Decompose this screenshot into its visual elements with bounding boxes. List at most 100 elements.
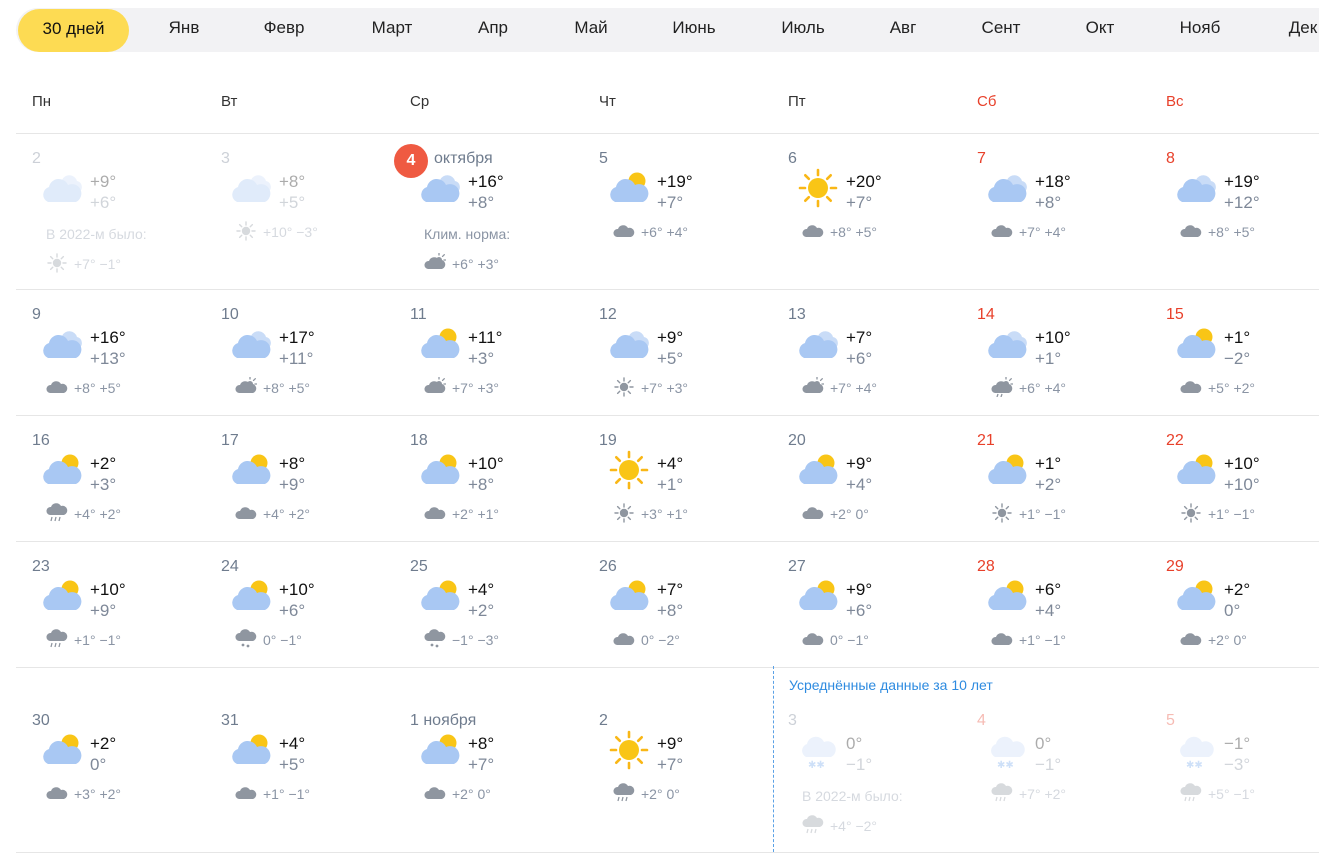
night-temperature: +8° — [657, 601, 684, 620]
tab-mar[interactable]: Март — [372, 8, 413, 52]
day-cell[interactable]: 7 +18° +8° +7° +4° — [961, 150, 1141, 270]
reference-values: +2° +1° — [452, 506, 500, 522]
day-cell[interactable]: 20 +9° +4° +2° 0° — [772, 432, 952, 552]
day-number: 7 — [977, 150, 986, 167]
month-tabs: 30 дней Янв Февр Март Апр Май Июнь Июль … — [16, 8, 1319, 52]
day-cell[interactable]: 30 +2° 0° +3° +2° — [16, 712, 196, 832]
day-cell[interactable]: 6 +20° +7° +8° +5° — [772, 150, 952, 270]
reference-values: +6° +3° — [452, 256, 500, 272]
day-cell[interactable]: 25 +4° +2° −1° −3° — [394, 558, 574, 678]
partly-cloudy-icon — [1174, 324, 1218, 364]
day-temperature: +1° — [1224, 328, 1251, 347]
day-cell[interactable]: 23 +10° +9° +1° −1° — [16, 558, 196, 678]
day-cell[interactable]: 17 +8° +9° +4° +2° — [205, 432, 385, 552]
day-temperature: +8° — [279, 172, 306, 191]
cloud-icon — [46, 377, 68, 400]
day-cell[interactable]: 21 +1° +2° +1° −1° — [961, 432, 1141, 552]
comparison-note: В 2022-м было: — [802, 788, 903, 804]
divider — [16, 852, 1319, 853]
day-number: 6 — [788, 150, 797, 167]
day-cell[interactable]: 11 +11° +3° +7° +3° — [394, 306, 574, 426]
day-cell[interactable]: 10 +17° +11° +8° +5° — [205, 306, 385, 426]
partly-cloudy-icon — [418, 730, 462, 770]
reference-temperatures: +3° +1° — [613, 502, 688, 524]
day-cell[interactable]: 14 +10° +1° +6° +4° — [961, 306, 1141, 426]
reference-values: +8° +5° — [263, 380, 311, 396]
day-number: 19 — [599, 432, 617, 449]
day-cell[interactable]: 29 +2° 0° +2° 0° — [1150, 558, 1319, 678]
tab-nov[interactable]: Нояб — [1180, 8, 1221, 52]
night-temperature: −3° — [1224, 755, 1251, 774]
tab-apr[interactable]: Апр — [478, 8, 508, 52]
night-temperature: +5° — [657, 349, 684, 368]
tab-may[interactable]: Май — [574, 8, 607, 52]
day-temperature: +11° — [468, 328, 503, 347]
tab-dec[interactable]: Дек — [1289, 8, 1317, 52]
cloudy-icon — [40, 168, 84, 208]
day-cell[interactable]: 27 +9° +6° 0° −1° — [772, 558, 952, 678]
day-temperature: 0° — [846, 734, 863, 753]
reference-values: +8° +5° — [74, 380, 122, 396]
day-cell[interactable]: 26 +7° +8° 0° −2° — [583, 558, 763, 678]
day-cell[interactable]: 2 +9° +6° В 2022-м было: +7° −1° — [16, 150, 196, 273]
tab-jul[interactable]: Июль — [781, 8, 824, 52]
cloudy-icon — [40, 324, 84, 364]
day-cell[interactable]: 5 ✱✱ −1° −3° +5° −1° — [1150, 712, 1319, 832]
night-temperature: +10° — [1224, 475, 1260, 494]
reference-temperatures: +4° −2° — [802, 814, 877, 836]
snow-cloud-icon: ✱✱ — [985, 730, 1029, 771]
night-temperature: +6° — [279, 601, 306, 620]
day-cell[interactable]: 28 +6° +4° +1° −1° — [961, 558, 1141, 678]
day-cell[interactable]: 5 +19° +7° +6° +4° — [583, 150, 763, 270]
day-cell[interactable]: 24 +10° +6° 0° −1° — [205, 558, 385, 678]
night-temperature: +4° — [846, 475, 873, 494]
day-cell[interactable]: 3 ✱✱ 0° −1° В 2022-м было: +4° −2° — [772, 712, 952, 834]
day-cell[interactable]: 9 +16° +13° +8° +5° — [16, 306, 196, 426]
day-cell[interactable]: 22 +10° +10° +1° −1° — [1150, 432, 1319, 552]
day-cell[interactable]: 4 ✱✱ 0° −1° +7° +2° — [961, 712, 1141, 832]
day-number: 23 — [32, 558, 50, 575]
tab-jun[interactable]: Июнь — [672, 8, 715, 52]
reference-values: +6° +4° — [1019, 380, 1067, 396]
comparison-note: Клим. норма: — [424, 226, 511, 242]
reference-temperatures: +8° +5° — [46, 378, 121, 398]
night-temperature: +1° — [657, 475, 684, 494]
day-cell[interactable]: 12 +9° +5° +7° +3° — [583, 306, 763, 426]
day-cell[interactable]: 2 +9° +7° +2° 0° — [583, 712, 763, 832]
day-number: 26 — [599, 558, 617, 575]
day-temperature: +19° — [1224, 172, 1260, 191]
day-temperature: +10° — [279, 580, 315, 599]
cloud-icon — [235, 503, 257, 526]
tab-jan[interactable]: Янв — [169, 8, 200, 52]
partly-cloudy-icon — [985, 576, 1029, 616]
cloud-icon — [802, 629, 824, 652]
day-cell[interactable]: 16 +2° +3° +4° +2° — [16, 432, 196, 552]
day-cell[interactable]: 31 +4° +5° +1° −1° — [205, 712, 385, 832]
day-cell[interactable]: 3 +8° +5° +10° −3° — [205, 150, 385, 270]
day-cell[interactable]: 15 +1° −2° +5° +2° — [1150, 306, 1319, 426]
tab-feb[interactable]: Февр — [264, 8, 305, 52]
day-cell[interactable]: 8 +19° +12° +8° +5° — [1150, 150, 1319, 270]
cloud-icon — [613, 629, 635, 652]
reference-temperatures: −1° −3° — [424, 628, 499, 650]
reference-temperatures: +8° +5° — [802, 222, 877, 242]
day-cell[interactable]: 19 +4° +1° +3° +1° — [583, 432, 763, 552]
night-temperature: 0° — [1224, 601, 1241, 620]
reference-temperatures: +10° −3° — [235, 220, 318, 242]
day-cell[interactable]: 1 ноября +8° +7° +2° 0° — [394, 712, 574, 832]
tab-30-days[interactable]: 30 дней — [18, 9, 129, 52]
weekday-label: Сб — [977, 93, 997, 110]
tab-aug[interactable]: Авг — [890, 8, 917, 52]
partly-cloudy-icon — [229, 730, 273, 770]
averaged-data-note: Усреднённые данные за 10 лет — [789, 677, 993, 693]
day-cell[interactable]: 13 +7° +6° +7° +4° — [772, 306, 952, 426]
day-temperature: +10° — [1224, 454, 1260, 473]
night-temperature: +6° — [846, 349, 873, 368]
night-temperature: +6° — [90, 193, 117, 212]
rain-icon — [46, 628, 68, 652]
tab-oct[interactable]: Окт — [1086, 8, 1115, 52]
cloudy-icon — [229, 324, 273, 364]
tab-sep[interactable]: Сент — [982, 8, 1021, 52]
day-cell[interactable]: 18 +10° +8° +2° +1° — [394, 432, 574, 552]
day-cell[interactable]: 4 октября +16° +8° Клим. норма: +6° +3° — [394, 144, 574, 272]
